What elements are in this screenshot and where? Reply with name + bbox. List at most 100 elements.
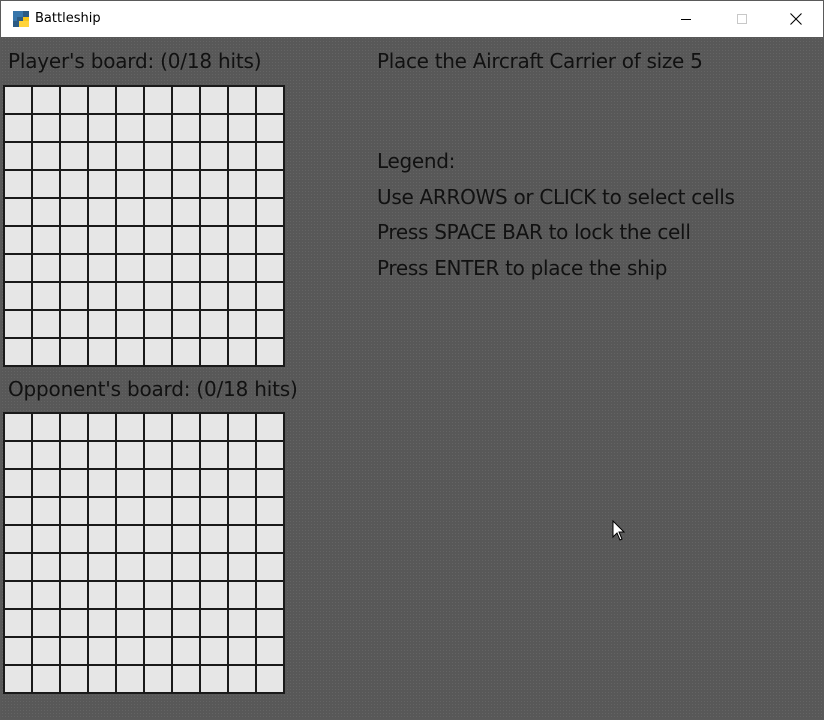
board-cell[interactable] (171, 225, 201, 255)
board-cell[interactable] (59, 468, 89, 498)
board-cell[interactable] (59, 524, 89, 554)
board-cell[interactable] (255, 309, 285, 339)
board-cell[interactable] (3, 309, 33, 339)
board-cell[interactable] (171, 636, 201, 666)
board-cell[interactable] (87, 309, 117, 339)
board-cell[interactable] (171, 524, 201, 554)
board-cell[interactable] (255, 636, 285, 666)
board-cell[interactable] (143, 197, 173, 227)
board-cell[interactable] (3, 337, 33, 367)
board-cell[interactable] (227, 636, 257, 666)
board-cell[interactable] (59, 664, 89, 694)
board-cell[interactable] (255, 440, 285, 470)
board-cell[interactable] (227, 309, 257, 339)
board-cell[interactable] (115, 608, 145, 638)
board-cell[interactable] (87, 281, 117, 311)
board-cell[interactable] (227, 664, 257, 694)
board-cell[interactable] (3, 113, 33, 143)
board-cell[interactable] (3, 85, 33, 115)
board-cell[interactable] (115, 468, 145, 498)
board-cell[interactable] (87, 580, 117, 610)
board-cell[interactable] (87, 169, 117, 199)
board-cell[interactable] (227, 85, 257, 115)
board-cell[interactable] (87, 85, 117, 115)
board-cell[interactable] (115, 524, 145, 554)
board-cell[interactable] (59, 225, 89, 255)
board-cell[interactable] (115, 440, 145, 470)
board-cell[interactable] (59, 197, 89, 227)
board-cell[interactable] (255, 141, 285, 171)
board-cell[interactable] (87, 337, 117, 367)
board-cell[interactable] (143, 636, 173, 666)
board-cell[interactable] (199, 337, 229, 367)
board-cell[interactable] (143, 580, 173, 610)
board-cell[interactable] (31, 524, 61, 554)
board-cell[interactable] (227, 253, 257, 283)
board-cell[interactable] (3, 281, 33, 311)
board-cell[interactable] (115, 496, 145, 526)
board-cell[interactable] (115, 169, 145, 199)
board-cell[interactable] (171, 468, 201, 498)
board-cell[interactable] (199, 141, 229, 171)
board-cell[interactable] (199, 496, 229, 526)
board-cell[interactable] (255, 337, 285, 367)
board-cell[interactable] (171, 440, 201, 470)
board-cell[interactable] (3, 253, 33, 283)
board-cell[interactable] (143, 468, 173, 498)
board-cell[interactable] (87, 412, 117, 442)
board-cell[interactable] (143, 524, 173, 554)
board-cell[interactable] (171, 309, 201, 339)
board-cell[interactable] (255, 197, 285, 227)
board-cell[interactable] (143, 337, 173, 367)
board-cell[interactable] (115, 113, 145, 143)
board-cell[interactable] (227, 468, 257, 498)
board-cell[interactable] (59, 281, 89, 311)
board-cell[interactable] (143, 664, 173, 694)
board-cell[interactable] (87, 468, 117, 498)
board-cell[interactable] (31, 580, 61, 610)
board-cell[interactable] (59, 496, 89, 526)
board-cell[interactable] (31, 496, 61, 526)
board-cell[interactable] (31, 309, 61, 339)
board-cell[interactable] (171, 141, 201, 171)
board-cell[interactable] (3, 636, 33, 666)
board-cell[interactable] (87, 496, 117, 526)
board-cell[interactable] (199, 169, 229, 199)
board-cell[interactable] (115, 552, 145, 582)
board-cell[interactable] (115, 309, 145, 339)
board-cell[interactable] (115, 141, 145, 171)
board-cell[interactable] (143, 141, 173, 171)
board-cell[interactable] (3, 169, 33, 199)
board-cell[interactable] (255, 281, 285, 311)
board-cell[interactable] (199, 253, 229, 283)
board-cell[interactable] (3, 580, 33, 610)
board-cell[interactable] (31, 608, 61, 638)
board-cell[interactable] (59, 141, 89, 171)
board-cell[interactable] (171, 664, 201, 694)
board-cell[interactable] (31, 412, 61, 442)
board-cell[interactable] (87, 225, 117, 255)
board-cell[interactable] (199, 468, 229, 498)
board-cell[interactable] (171, 169, 201, 199)
board-cell[interactable] (59, 253, 89, 283)
board-cell[interactable] (255, 169, 285, 199)
board-cell[interactable] (115, 664, 145, 694)
board-cell[interactable] (3, 664, 33, 694)
board-cell[interactable] (171, 337, 201, 367)
board-cell[interactable] (255, 524, 285, 554)
board-cell[interactable] (115, 412, 145, 442)
board-cell[interactable] (255, 496, 285, 526)
opponent-board-grid[interactable] (3, 412, 285, 694)
board-cell[interactable] (31, 225, 61, 255)
board-cell[interactable] (31, 141, 61, 171)
board-cell[interactable] (143, 85, 173, 115)
board-cell[interactable] (115, 253, 145, 283)
board-cell[interactable] (87, 141, 117, 171)
board-cell[interactable] (199, 440, 229, 470)
board-cell[interactable] (199, 281, 229, 311)
board-cell[interactable] (255, 412, 285, 442)
board-cell[interactable] (31, 440, 61, 470)
board-cell[interactable] (115, 337, 145, 367)
board-cell[interactable] (115, 580, 145, 610)
board-cell[interactable] (87, 636, 117, 666)
